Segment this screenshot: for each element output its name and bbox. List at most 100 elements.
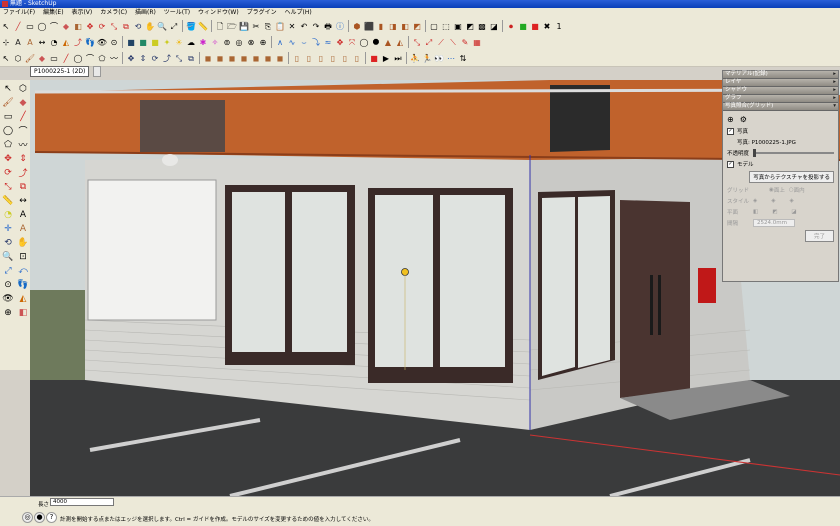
black-x-icon[interactable]: ✖ [543,22,552,31]
door-d-icon[interactable]: ▯ [329,54,338,63]
walk-blue-icon[interactable]: ⛹ [410,54,420,63]
stamp-icon[interactable]: ⤵ [312,38,321,47]
circle-icon[interactable]: ◯ [38,22,47,31]
photo-checkbox[interactable]: ✓ [727,127,734,135]
polygon-tool-icon[interactable]: ⬠ [1,138,15,151]
opacity-slider-thumb[interactable] [753,149,757,157]
copy-icon[interactable]: ⎘ [264,22,273,31]
orbit-tool-icon[interactable]: ⟲ [1,236,15,249]
select-icon[interactable]: ↖ [2,22,11,31]
door-a-icon[interactable]: ▯ [293,54,302,63]
dimension-tool-a-icon[interactable]: ⤡ [413,38,422,47]
door-c-icon[interactable]: ▯ [317,54,326,63]
circle-draw-icon[interactable]: ◯ [74,54,83,63]
paint-tool-icon[interactable]: 🖌 [1,96,15,109]
freehand-icon[interactable]: 〰 [110,54,119,63]
scale-blue-icon[interactable]: ⤡ [175,54,184,63]
sun-shadow-icon[interactable]: ☀ [175,38,184,47]
shape-octagon-icon[interactable]: ⯃ [372,38,381,47]
eraser-pink-icon[interactable]: ◆ [38,54,47,63]
dots-icon[interactable]: ⋯ [447,54,456,63]
project-texture-button[interactable]: 写真からテクスチャを投影する [749,171,834,183]
box-d-icon[interactable]: ◼ [240,54,249,63]
box-a-icon[interactable]: ◼ [204,54,213,63]
new-file-icon[interactable]: 🗋 [216,22,225,31]
photo-match-icon[interactable]: ⊕ [1,306,15,319]
shaded-icon[interactable]: ◩ [466,22,475,31]
menu-edit[interactable]: 編集(E) [40,8,66,18]
model-info-icon[interactable]: ⓘ [336,22,345,31]
menu-view[interactable]: 表示(V) [68,8,95,18]
stop-red-icon[interactable]: ■ [370,54,379,63]
open-file-icon[interactable]: 🗁 [227,22,237,31]
dimension-tool-icon[interactable]: ↔ [16,194,30,207]
record-icon[interactable]: ⏺ [507,22,516,31]
select-tool-icon[interactable]: ↖ [1,82,15,95]
zoom-tool-icon[interactable]: 🔍 [1,250,15,263]
layer-blue-icon[interactable]: ■ [127,38,136,47]
push-pull-icon[interactable]: ◧ [74,22,83,31]
dimension-tool-b-icon[interactable]: ⤢ [425,38,434,47]
text-icon[interactable]: A [14,38,23,47]
intersect-icon[interactable]: ⊚ [223,38,232,47]
arc-icon[interactable]: ⌒ [50,22,59,31]
red-square-icon[interactable]: ■ [531,22,540,31]
opacity-slider[interactable] [753,149,834,157]
3d-text-icon[interactable]: A [26,38,35,47]
shape-cone-icon[interactable]: ◭ [396,38,405,47]
help-icon[interactable]: ? [46,512,57,523]
walk-run-icon[interactable]: 🏃 [422,54,432,63]
paste-icon[interactable]: 📋 [275,22,285,31]
look-around-tool-icon[interactable]: 👁 [1,292,15,305]
settings-gear-icon[interactable]: ⚙ [740,115,747,124]
component-tool-icon[interactable]: ⬡ [16,82,30,95]
door-b-icon[interactable]: ▯ [305,54,314,63]
layer-teal-icon[interactable]: ■ [139,38,148,47]
circle-tool-icon[interactable]: ◯ [1,124,15,137]
dimension-tool-d-icon[interactable]: ⟍ [449,38,458,47]
plane-a-icon[interactable]: ◧ [753,209,758,215]
pencil-red-icon[interactable]: ✎ [461,38,470,47]
eraser-tool-icon[interactable]: ◆ [16,96,30,109]
pan-icon[interactable]: ✋ [145,22,155,31]
step-icon[interactable]: ⏭ [394,54,403,63]
toggle-icon[interactable]: ⇅ [459,54,468,63]
plane-c-icon[interactable]: ◪ [791,209,796,215]
sandbox-from-scratch-icon[interactable]: ∿ [288,38,297,47]
tray-panel-layers[interactable]: レイヤ ▸ [723,79,838,87]
tray-panel-graph[interactable]: グラフ ▸ [723,95,838,103]
line-tool-icon[interactable]: ╱ [16,110,30,123]
move-tool-icon[interactable]: ✥ [1,152,15,165]
offset-blue-icon[interactable]: ⧉ [187,54,196,63]
follow-me-icon[interactable]: ⤴ [74,38,83,47]
left-view-icon[interactable]: ◩ [413,22,422,31]
measurements-input[interactable]: 4000 [50,498,114,506]
rotate-tool-icon[interactable]: ⟳ [1,166,15,179]
dimension-tool-c-icon[interactable]: ⟋ [437,38,446,47]
geo-location-icon[interactable]: ◎ [22,512,33,523]
section-tool-icon[interactable]: ◭ [16,292,30,305]
menu-plugins[interactable]: プラグイン [244,8,280,18]
plane-b-icon[interactable]: ◩ [772,209,777,215]
pan-tool-icon[interactable]: ✋ [16,236,30,249]
shape-circle-icon[interactable]: ◯ [360,38,369,47]
box-b-icon[interactable]: ◼ [216,54,225,63]
zoom-extents-icon[interactable]: ⤢ [170,22,179,31]
green-square-icon[interactable]: ■ [519,22,528,31]
follow-me-blue-icon[interactable]: ⤴ [163,54,172,63]
model-checkbox[interactable]: ✓ [727,160,734,168]
cut-icon[interactable]: ✂ [252,22,261,31]
photo-texture-icon[interactable]: ◧ [16,306,30,319]
soften-edge-icon[interactable]: ✱ [199,38,208,47]
menu-help[interactable]: ヘルプ(H) [282,8,315,18]
layer-yellow-icon[interactable]: ■ [151,38,160,47]
rectangle-icon[interactable]: ▭ [26,22,35,31]
grid-red-icon[interactable]: ▦ [473,38,482,47]
box-e-icon[interactable]: ◼ [252,54,261,63]
grid-style-b-icon[interactable]: ◈ [771,198,775,204]
rectangle-tool-icon[interactable]: ▭ [1,110,15,123]
push-pull-blue-icon[interactable]: ⇕ [139,54,148,63]
arc-tool-icon[interactable]: ⌒ [16,124,30,137]
axes-icon[interactable]: ⊹ [2,38,11,47]
followme-tool-icon[interactable]: ⤴ [16,166,30,179]
